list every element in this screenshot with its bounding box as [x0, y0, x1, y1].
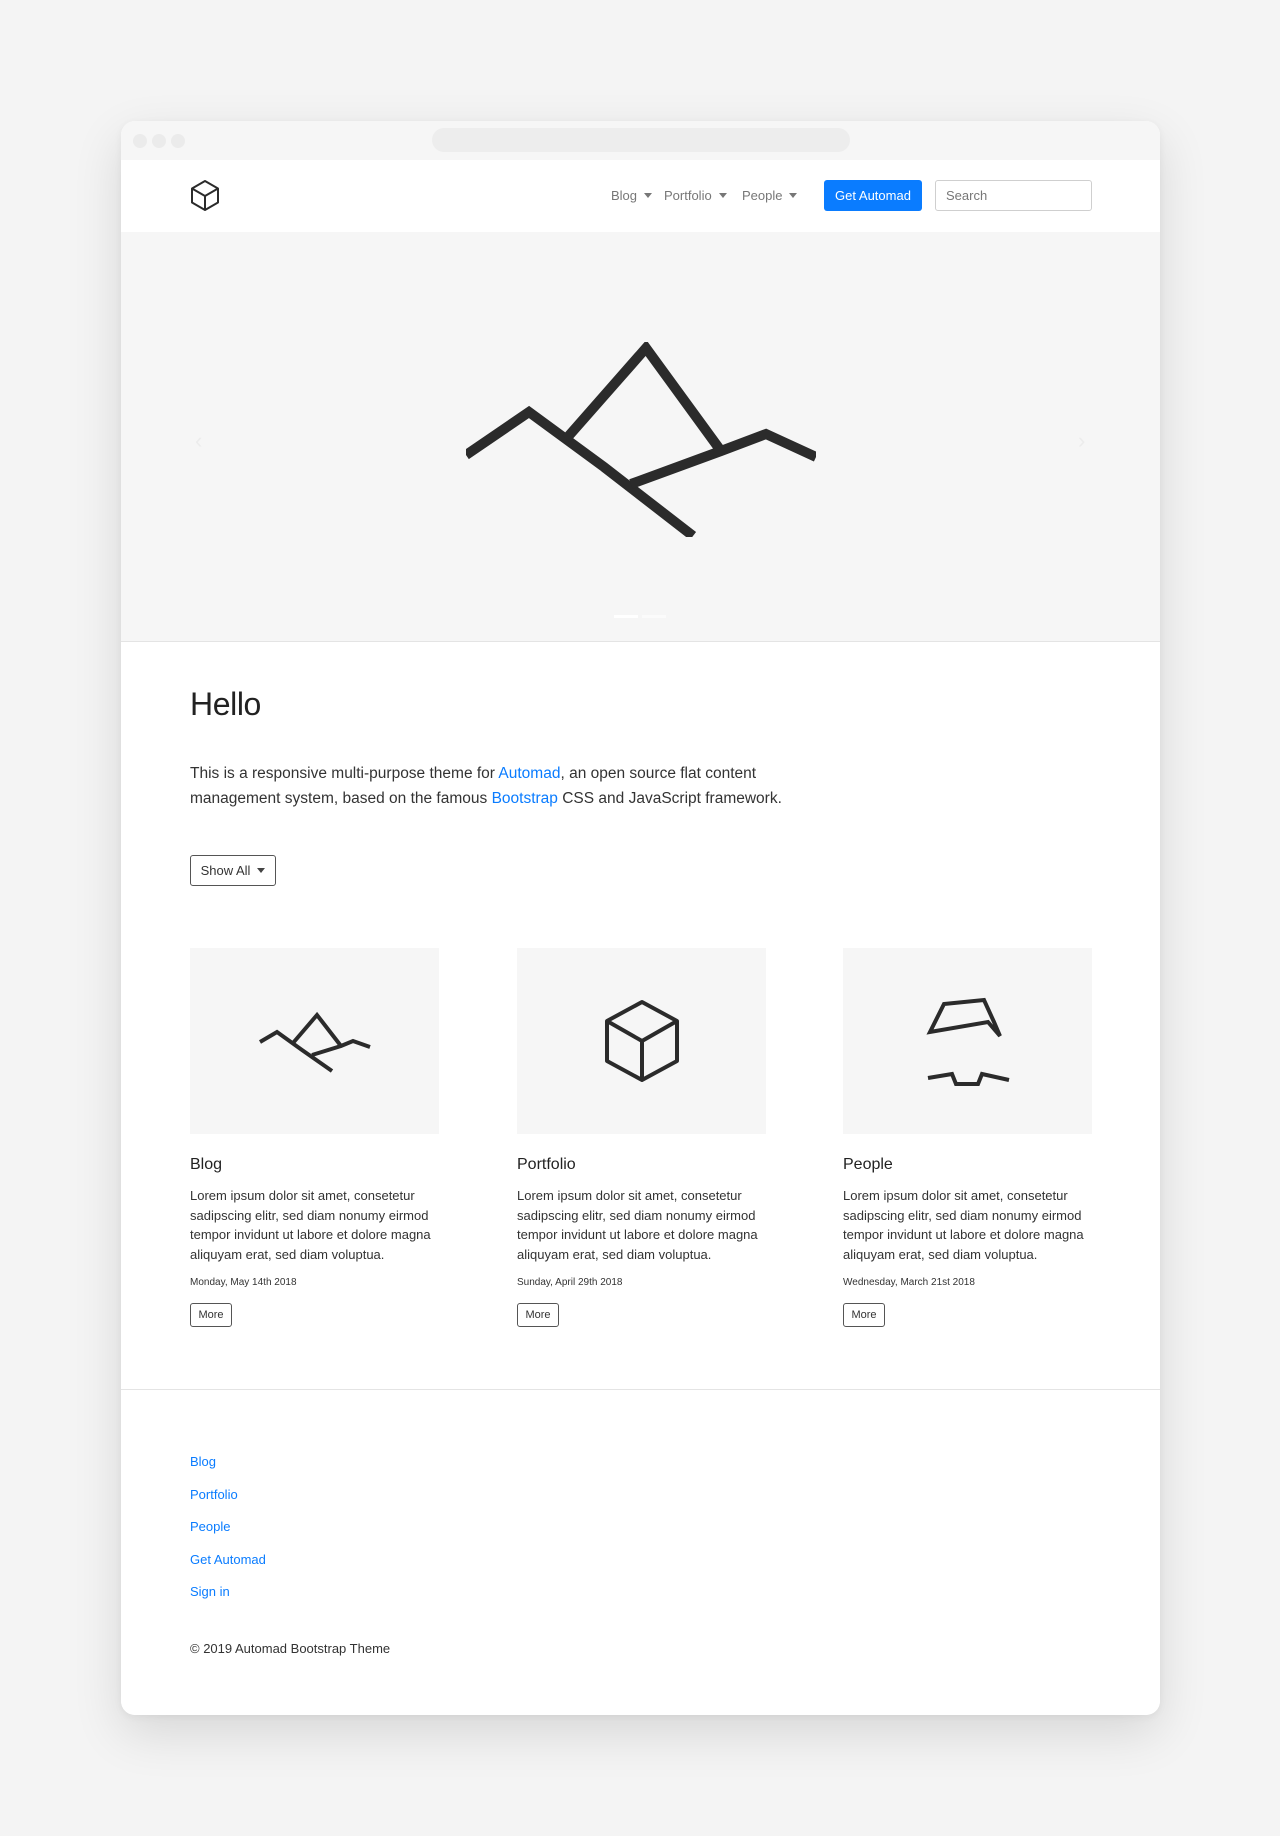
- footer-link-sign-in[interactable]: Sign in: [190, 1584, 266, 1617]
- card-text: Lorem ipsum dolor sit amet, consetetur s…: [190, 1188, 431, 1262]
- more-button[interactable]: More: [843, 1303, 885, 1327]
- show-all-label: Show All: [200, 863, 251, 878]
- nav-item-portfolio[interactable]: Portfolio: [664, 188, 727, 203]
- window-zoom-control[interactable]: [171, 134, 185, 148]
- mountain-line-icon: [463, 340, 819, 540]
- footer-link-get-automad[interactable]: Get Automad: [190, 1552, 266, 1585]
- window-minimize-control[interactable]: [152, 134, 166, 148]
- window-close-control[interactable]: [133, 134, 147, 148]
- browser-window: Blog Portfolio People Get Automad ‹ ›: [121, 121, 1160, 1715]
- card-blog: Blog Lorem ipsum dolor sit amet, consete…: [190, 948, 439, 1327]
- show-all-dropdown[interactable]: Show All: [190, 855, 276, 886]
- card-image[interactable]: [190, 948, 439, 1134]
- card-date: Wednesday, March 21st 2018: [843, 1277, 975, 1288]
- footer: Blog Portfolio People Get Automad Sign i…: [121, 1389, 1160, 1715]
- caret-down-icon: [789, 193, 798, 198]
- nav-item-label: Blog: [611, 188, 638, 203]
- footer-link-blog[interactable]: Blog: [190, 1454, 266, 1487]
- person-hat-mustache-icon: [925, 997, 1009, 1086]
- card-people: People Lorem ipsum dolor sit amet, conse…: [843, 948, 1092, 1327]
- nav-item-label: Portfolio: [664, 188, 712, 203]
- bootstrap-link[interactable]: Bootstrap: [492, 790, 558, 807]
- footer-link-people[interactable]: People: [190, 1519, 266, 1552]
- get-automad-button[interactable]: Get Automad: [824, 180, 922, 211]
- footer-links: Blog Portfolio People Get Automad Sign i…: [190, 1454, 266, 1617]
- cube-outline-icon: [604, 1000, 679, 1082]
- chevron-left-icon[interactable]: ‹: [195, 428, 202, 454]
- card-date: Sunday, April 29th 2018: [517, 1277, 623, 1288]
- carousel-indicator-2[interactable]: [642, 615, 666, 618]
- carousel-indicator-1[interactable]: [614, 615, 638, 618]
- caret-down-icon: [718, 193, 727, 198]
- card-text: Lorem ipsum dolor sit amet, consetetur s…: [843, 1188, 1084, 1262]
- card-title[interactable]: Blog: [190, 1156, 439, 1174]
- caret-down-icon: [257, 868, 266, 873]
- mountain-line-icon: [258, 1011, 371, 1073]
- nav-item-people[interactable]: People: [742, 188, 798, 203]
- navbar: Blog Portfolio People Get Automad: [121, 160, 1160, 232]
- intro-text: CSS and JavaScript framework.: [557, 789, 782, 807]
- card-image[interactable]: [843, 948, 1092, 1134]
- card-title[interactable]: Portfolio: [517, 1156, 766, 1174]
- intro-text: This is a responsive multi-purpose theme…: [190, 765, 499, 782]
- browser-titlebar: [121, 121, 1160, 160]
- card-date: Monday, May 14th 2018: [190, 1277, 297, 1288]
- hero-carousel: ‹ ›: [121, 232, 1160, 642]
- nav-item-label: People: [742, 188, 783, 203]
- chevron-right-icon[interactable]: ›: [1078, 428, 1085, 454]
- automad-link[interactable]: Automad: [498, 765, 560, 782]
- search-input[interactable]: [935, 180, 1092, 211]
- more-button[interactable]: More: [517, 1303, 559, 1327]
- nav-item-blog[interactable]: Blog: [611, 188, 653, 203]
- card-portfolio: Portfolio Lorem ipsum dolor sit amet, co…: [517, 948, 766, 1327]
- more-button[interactable]: More: [190, 1303, 232, 1327]
- carousel-indicators: [614, 615, 666, 618]
- address-bar[interactable]: [432, 128, 850, 152]
- cube-outline-icon[interactable]: [190, 179, 220, 211]
- caret-down-icon: [644, 193, 653, 198]
- footer-link-portfolio[interactable]: Portfolio: [190, 1487, 266, 1520]
- page-title: Hello: [190, 686, 261, 722]
- card-text: Lorem ipsum dolor sit amet, consetetur s…: [517, 1188, 758, 1262]
- card-title[interactable]: People: [843, 1156, 1092, 1174]
- card-image[interactable]: [517, 948, 766, 1134]
- copyright: © 2019 Automad Bootstrap Theme: [190, 1641, 391, 1656]
- intro-paragraph: This is a responsive multi-purpose theme…: [190, 762, 850, 811]
